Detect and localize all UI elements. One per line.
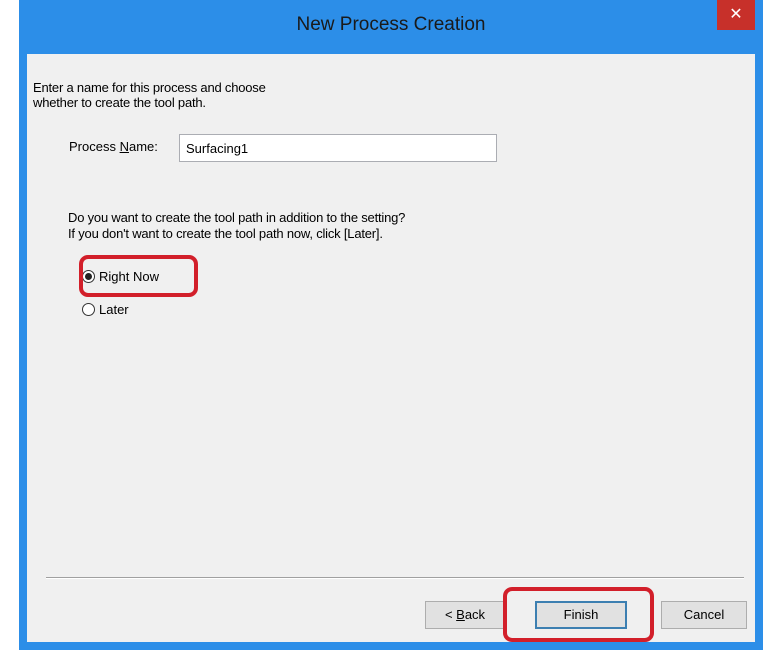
- dialog-body: Enter a name for this process and choose…: [27, 54, 755, 642]
- process-name-label-pre: Process: [69, 139, 120, 154]
- process-name-input[interactable]: [179, 134, 497, 162]
- radio-unselected-icon: [82, 303, 95, 316]
- close-icon: ✕: [729, 6, 743, 23]
- radio-right-now[interactable]: Right Now: [82, 269, 159, 284]
- intro-line-2: whether to create the tool path.: [33, 95, 206, 110]
- cancel-button[interactable]: Cancel: [661, 601, 747, 629]
- radio-later-label: Later: [99, 302, 129, 317]
- process-name-label: Process Name:: [69, 139, 158, 154]
- finish-label: Finish: [563, 607, 599, 622]
- cancel-label: Cancel: [683, 607, 725, 622]
- back-label-pre: <: [444, 607, 457, 622]
- dialog-window: New Process Creation ✕ Enter a name for …: [19, 0, 763, 650]
- back-button[interactable]: < Back: [425, 601, 505, 629]
- radio-selected-icon: [82, 270, 95, 283]
- intro-text: Enter a name for this process and choose…: [33, 80, 266, 110]
- question-line-2: If you don't want to create the tool pat…: [68, 226, 383, 241]
- close-button[interactable]: ✕: [717, 0, 755, 30]
- separator: [46, 577, 744, 579]
- back-mnemonic: B: [456, 607, 465, 622]
- process-name-mnemonic: N: [119, 139, 129, 154]
- radio-later[interactable]: Later: [82, 302, 129, 317]
- question-text: Do you want to create the tool path in a…: [68, 210, 405, 242]
- intro-line-1: Enter a name for this process and choose: [33, 80, 266, 95]
- title-bar[interactable]: New Process Creation ✕: [19, 0, 763, 54]
- question-line-1: Do you want to create the tool path in a…: [68, 210, 406, 225]
- process-name-label-post: ame:: [128, 139, 158, 154]
- radio-right-now-label: Right Now: [99, 269, 159, 284]
- finish-button[interactable]: Finish: [535, 601, 627, 629]
- back-label-post: ack: [464, 607, 486, 622]
- dialog-title: New Process Creation: [296, 14, 486, 35]
